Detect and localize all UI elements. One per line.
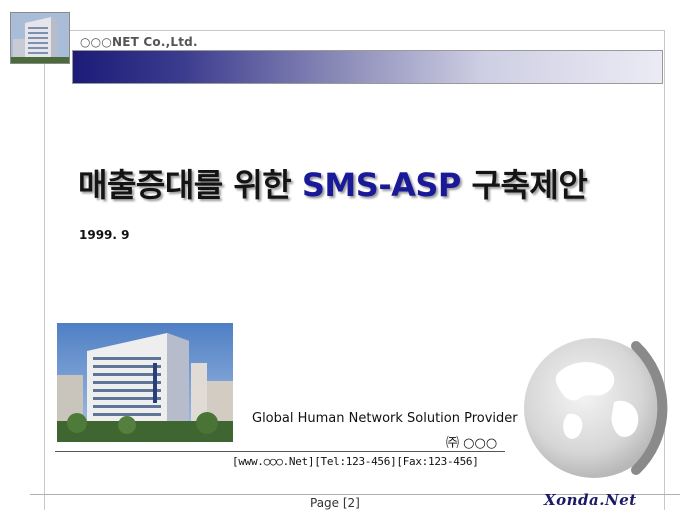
building-photo xyxy=(57,323,233,442)
contact-divider xyxy=(55,451,505,452)
frame-top-line xyxy=(44,30,664,31)
frame-left-line xyxy=(44,62,45,510)
proposal-date: 1999. 9 xyxy=(79,228,130,242)
header-gradient-bar xyxy=(72,50,663,84)
title-prefix: 매출증대를 위한 xyxy=(78,166,302,204)
corporation-name: ㈜ ○○○ xyxy=(446,436,498,451)
title-accent: SMS-ASP xyxy=(301,166,461,204)
company-name: ○○○NET Co.,Ltd. xyxy=(80,35,198,49)
title-suffix: 구축제안 xyxy=(460,166,588,204)
globe-graphic xyxy=(518,318,668,496)
page-number: Page [2] xyxy=(310,496,360,510)
brand-logo: Xonda.Net xyxy=(544,491,637,509)
page-title: 매출증대를 위한 SMS-ASP 구축제안 xyxy=(78,160,588,206)
corner-building-photo xyxy=(10,12,70,64)
provider-tagline: Global Human Network Solution Provider xyxy=(252,411,518,426)
contact-info: [www.○○○.Net][Tel:123-456][Fax:123-456] xyxy=(232,455,479,468)
